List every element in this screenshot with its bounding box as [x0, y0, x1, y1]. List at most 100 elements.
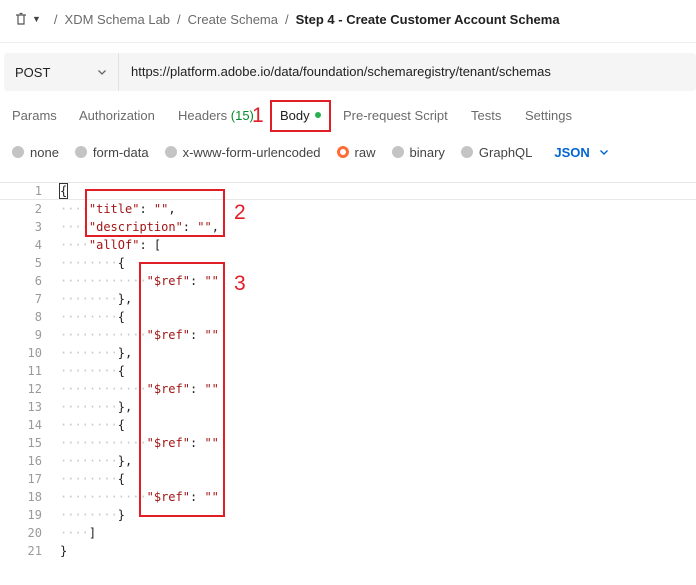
tab-tests[interactable]: Tests: [471, 106, 501, 126]
radio-form-data[interactable]: form-data: [74, 145, 149, 160]
line-number: 5: [34, 256, 42, 270]
tab-headers[interactable]: Headers (15): [178, 106, 254, 126]
header-divider: [0, 42, 696, 43]
indent-whitespace: ········: [60, 256, 118, 270]
code-line[interactable]: 8 {········: [0, 308, 696, 326]
code-text: {: [117, 472, 125, 486]
indent-whitespace: ········: [60, 364, 118, 378]
radio-label: binary: [409, 144, 445, 160]
code-text: }: [117, 508, 125, 522]
line-number: 15: [27, 436, 42, 450]
code-text: "allOf": [: [88, 238, 162, 252]
radio-x-www-form-urlencoded[interactable]: x-www-form-urlencoded: [164, 144, 321, 160]
line-number: 3: [34, 220, 42, 234]
code-text: {: [117, 310, 125, 324]
collection-icon[interactable]: [14, 12, 28, 26]
callout-number-2: 2: [234, 201, 246, 224]
code-line[interactable]: 14 {········: [0, 416, 696, 434]
line-number: 10: [27, 346, 42, 360]
line-number: 8: [34, 310, 42, 324]
code-text: {: [117, 418, 125, 432]
line-number: 18: [27, 490, 42, 504]
radio-circle: [164, 146, 177, 158]
code-text: },: [117, 346, 133, 360]
code-line[interactable]: 19} ········: [0, 506, 696, 524]
code-text: {: [58, 183, 69, 199]
indent-whitespace: ············: [60, 328, 147, 342]
line-number: 12: [27, 382, 42, 396]
line-number: 6: [34, 274, 42, 288]
radio-binary[interactable]: binary: [391, 144, 445, 160]
callout-box-2: [85, 189, 225, 237]
indent-whitespace: ········: [60, 418, 118, 432]
indent-whitespace: ············: [60, 490, 147, 504]
indent-whitespace: ····: [60, 238, 89, 252]
radio-none[interactable]: none: [12, 145, 59, 160]
radio-circle: [12, 146, 24, 158]
radio-raw[interactable]: raw: [336, 144, 376, 160]
body-type-options: none form-data x-www-form-urlencoded raw…: [12, 142, 610, 162]
callout-number-1: 1: [252, 104, 264, 127]
code-line[interactable]: 10}, ········: [0, 344, 696, 362]
code-line[interactable]: 16}, ········: [0, 452, 696, 470]
code-line[interactable]: 9 "$ref": "" ············: [0, 326, 696, 344]
method-select[interactable]: POST: [4, 53, 118, 91]
breadcrumb-separator: /: [177, 11, 181, 27]
method-label: POST: [15, 64, 51, 80]
indent-whitespace: ············: [60, 436, 147, 450]
format-select[interactable]: JSON: [554, 145, 609, 160]
code-line[interactable]: 7}, ········: [0, 290, 696, 308]
radio-graphql[interactable]: GraphQL: [460, 145, 532, 160]
tab-headers-label: Headers: [178, 108, 228, 123]
line-number: 14: [27, 418, 42, 432]
headers-count-badge: (15): [230, 108, 254, 123]
line-number: 16: [27, 454, 42, 468]
request-title[interactable]: Step 4 - Create Customer Account Schema: [296, 12, 560, 27]
body-editor[interactable]: 1{2 "title": "", ···· 3 "description": "", ··…: [0, 180, 696, 585]
code-line[interactable]: 15 "$ref": "" ············: [0, 434, 696, 452]
code-line[interactable]: 6 "$ref": "" ············: [0, 272, 696, 290]
breadcrumb-collection[interactable]: XDM Schema Lab: [65, 12, 171, 27]
breadcrumb: ▼ / XDM Schema Lab / Create Schema / Ste…: [14, 8, 560, 30]
code-line[interactable]: 11 {········: [0, 362, 696, 380]
tab-authorization[interactable]: Authorization: [79, 106, 155, 126]
line-number: 7: [34, 292, 42, 306]
code-text: }: [60, 544, 68, 558]
tab-params[interactable]: Params: [12, 106, 57, 126]
code-line[interactable]: 13}, ········: [0, 398, 696, 416]
code-text: },: [117, 292, 133, 306]
line-number: 11: [27, 364, 42, 378]
radio-circle: [391, 146, 404, 158]
code-line[interactable]: 12 "$ref": "" ············: [0, 380, 696, 398]
indent-whitespace: ············: [60, 274, 147, 288]
code-line[interactable]: 4 "allOf": [····: [0, 236, 696, 254]
indent-whitespace: ············: [60, 382, 147, 396]
tab-pre-request-script[interactable]: Pre-request Script: [343, 106, 448, 126]
line-number: 2: [34, 202, 42, 216]
line-number: 17: [27, 472, 42, 486]
line-number: 4: [34, 238, 42, 252]
indent-whitespace: ········: [60, 346, 118, 360]
line-number: 9: [34, 328, 42, 342]
callout-box-3: [139, 262, 225, 517]
indent-whitespace: ········: [60, 472, 118, 486]
radio-label: x-www-form-urlencoded: [182, 144, 321, 160]
radio-label: raw: [354, 144, 376, 160]
code-text: {: [117, 256, 125, 270]
tab-settings[interactable]: Settings: [525, 106, 572, 126]
breadcrumb-folder[interactable]: Create Schema: [188, 12, 278, 27]
method-divider: [118, 53, 119, 91]
indent-whitespace: ········: [60, 400, 118, 414]
url-input[interactable]: https://platform.adobe.io/data/foundatio…: [131, 53, 551, 91]
code-line[interactable]: 17 {········: [0, 470, 696, 488]
code-line[interactable]: 21}: [0, 542, 696, 560]
indent-whitespace: ····: [60, 526, 89, 540]
caret-down-icon[interactable]: ▼: [32, 14, 41, 24]
line-number: 1: [34, 184, 42, 198]
code-line[interactable]: 18 "$ref": "" ············: [0, 488, 696, 506]
code-text: {: [117, 364, 125, 378]
line-number: 13: [27, 400, 42, 414]
code-line[interactable]: 5 {········: [0, 254, 696, 272]
callout-box-1: [270, 100, 331, 132]
code-line[interactable]: 20] ····: [0, 524, 696, 542]
